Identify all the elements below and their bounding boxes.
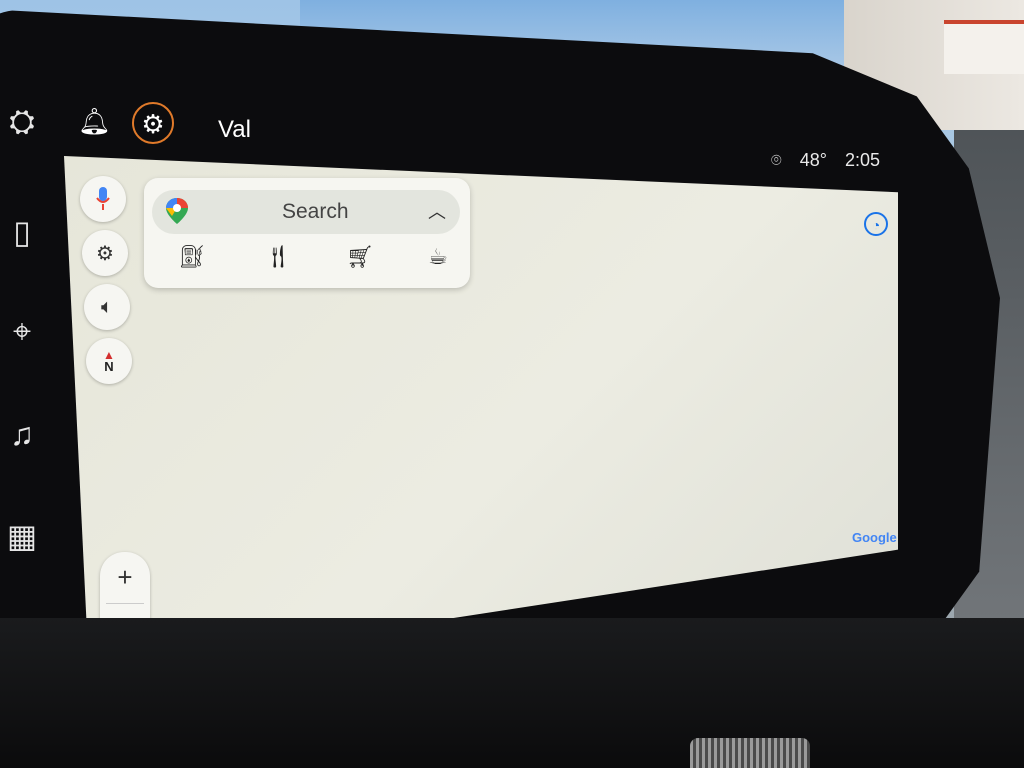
map-pin-icon[interactable]: ⌖ [0, 310, 44, 354]
voice-search-button[interactable] [80, 176, 126, 222]
settings-gear-button[interactable]: ⚙ [132, 102, 174, 144]
microphone-icon [96, 187, 110, 210]
compass-button[interactable]: ▲ N [86, 338, 132, 384]
volume-button[interactable]: 🔈︎ [84, 284, 130, 330]
user-name: Val [218, 116, 251, 143]
account-icon: ◔ [871, 217, 881, 233]
left-rail: ⛭ ▯ ⌖ ♫ ▦ ⌂ [0, 100, 60, 680]
restaurant-button[interactable]: 🍴︎ [258, 244, 298, 276]
car-icon[interactable]: ⛭ [0, 100, 44, 144]
gas-station-button[interactable]: ⛽︎ [172, 244, 212, 276]
search-label: Search [282, 200, 349, 223]
background-sign [944, 20, 1024, 74]
apps-grid-icon[interactable]: ▦ [0, 514, 44, 558]
google-watermark-text: Google [852, 530, 897, 545]
shopping-cart-icon: 🛒︎ [346, 244, 374, 269]
chevron-up-icon[interactable]: ︿ [428, 198, 446, 224]
search-bar[interactable]: Search ︿ [152, 190, 460, 234]
clock: 2:05 [844, 150, 880, 170]
restaurant-icon: 🍴︎ [264, 244, 292, 269]
gas-station-icon: ⛽︎ [178, 244, 206, 269]
coffee-icon: ☕︎ [428, 244, 448, 269]
zoom-in-button[interactable]: + [100, 552, 150, 602]
location-pin-icon: ⌾ [770, 150, 782, 170]
coffee-button[interactable]: ☕︎ [418, 244, 458, 276]
dashboard-bottom [0, 618, 1024, 768]
account-button[interactable]: ◔ [864, 212, 888, 236]
compass-label: N [104, 359, 114, 374]
google-maps-logo-icon [166, 198, 188, 224]
google-watermark: Google [852, 530, 897, 545]
temperature: 48° [799, 150, 827, 170]
air-vent [690, 738, 810, 768]
bell-icon[interactable]: 🔔︎ [78, 106, 111, 136]
phone-icon[interactable]: ▯ [0, 210, 44, 254]
shopping-button[interactable]: 🛒︎ [340, 244, 380, 276]
map-settings-button[interactable]: ⚙ [82, 230, 128, 276]
search-card: Search ︿ ⛽︎ 🍴︎ 🛒︎ ☕︎ [144, 178, 470, 288]
status-bar: 🔔︎ ⚙ Val ⌾ 48° 2:05 [70, 100, 900, 170]
gear-icon: ⚙ [96, 242, 114, 265]
speaker-icon: 🔈︎ [101, 295, 113, 318]
status-right: ⌾ 48° 2:05 [771, 150, 880, 171]
gear-icon: ⚙ [141, 109, 165, 139]
music-icon[interactable]: ♫ [0, 412, 44, 456]
